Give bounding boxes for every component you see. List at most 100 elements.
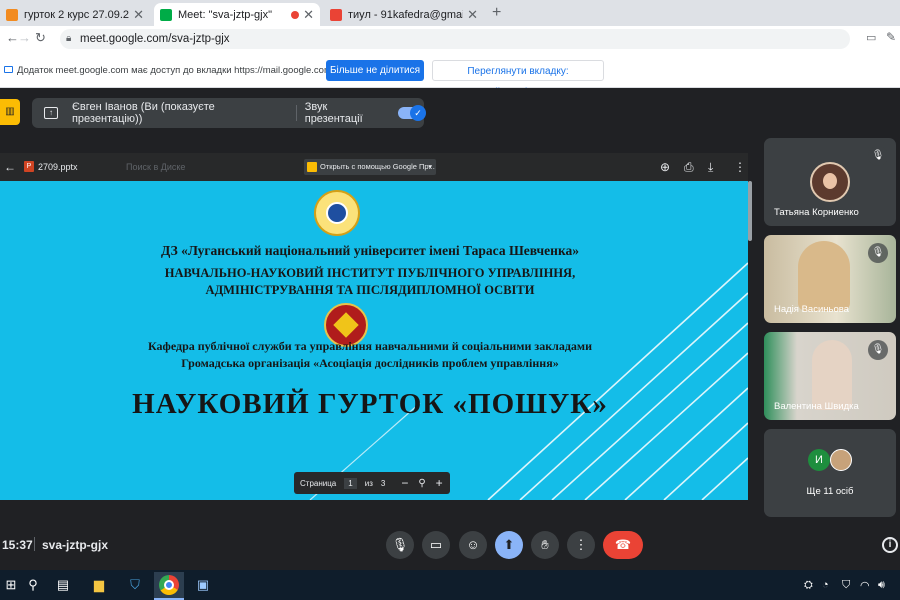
end-call-button[interactable]: ☎︎ xyxy=(603,531,643,559)
screen-share-icon xyxy=(4,66,13,73)
present-screen-icon: ↑ xyxy=(44,107,58,119)
tab-meet[interactable]: Meet: "sva-jztp-gjx" ✕ xyxy=(154,3,320,26)
lock-icon[interactable]: 🔒︎ xyxy=(66,33,71,44)
present-button[interactable]: ⬆ xyxy=(495,531,523,559)
powerpoint-file-icon: P xyxy=(24,161,34,172)
close-tab-icon[interactable]: ✕ xyxy=(467,7,478,23)
tab-moodle[interactable]: гурток 2 курс 27.09.2023 о 15. ✕ xyxy=(0,3,150,26)
university-emblem xyxy=(314,190,360,236)
slide-title: НАУКОВИЙ ГУРТОК «ПОШУК» xyxy=(132,388,608,420)
chevron-down-icon: ▾ xyxy=(428,162,432,171)
slide-institute-line1: НАВЧАЛЬНО-НАУКОВИЙ ІНСТИТУТ ПУБЛІЧНОГО У… xyxy=(164,266,576,280)
task-view-icon[interactable]: ▤ xyxy=(52,574,74,596)
page-of-label: из xyxy=(364,478,373,488)
presentation-viewer xyxy=(0,153,748,500)
close-tab-icon[interactable]: ✕ xyxy=(133,7,144,23)
drive-search-input[interactable]: Поиск в Диске xyxy=(126,162,185,172)
network-icon[interactable]: ◔ xyxy=(822,579,829,591)
participant-tile[interactable]: 🎙︎ Надія Васиньова xyxy=(764,235,896,323)
share-message: Додаток meet.google.com має доступ до вк… xyxy=(17,65,332,76)
recording-dot-icon xyxy=(291,10,300,19)
slides-icon xyxy=(307,162,317,172)
chrome-icon[interactable] xyxy=(159,575,179,595)
participant-name: Татьяна Корниенко xyxy=(774,207,859,218)
participant-video xyxy=(812,340,852,410)
viewer-scrollbar[interactable] xyxy=(748,181,752,241)
stop-sharing-button[interactable]: Більше не ділитися xyxy=(326,60,424,81)
close-tab-icon[interactable]: ✕ xyxy=(303,7,314,23)
mic-off-icon: 🎙︎ xyxy=(868,340,888,360)
page-navigator: Страница 1 из 3 − ⚲ + xyxy=(294,472,450,494)
tab-gmail[interactable]: тиул - 91kafedra@gmail.com ✕ xyxy=(324,3,484,26)
participant-name: Валентина Швидка xyxy=(774,401,859,412)
more-options-button[interactable]: ⋮ xyxy=(567,531,595,559)
sound-label: Звук презентації xyxy=(304,101,363,125)
start-icon[interactable]: ⊞ xyxy=(0,574,22,596)
zoom-out-icon[interactable]: − xyxy=(401,476,408,490)
activities-icon[interactable]: ▥ xyxy=(0,99,20,125)
volume-icon[interactable]: 🔊︎ xyxy=(878,579,885,592)
page-label: Страница xyxy=(300,478,337,488)
meet-favicon-icon xyxy=(160,8,172,21)
presenting-banner: ↑ Євген Іванов (Ви (показуєте презентаці… xyxy=(32,98,426,128)
divider xyxy=(295,105,297,121)
screen-recorder-icon[interactable]: ▣ xyxy=(192,574,214,596)
participant-name: Надія Васиньова xyxy=(774,304,849,315)
security-shield-icon[interactable]: ⛉ xyxy=(124,574,146,596)
avatar xyxy=(830,449,852,471)
add-shortcut-icon[interactable]: ⊕ xyxy=(660,160,670,174)
meeting-time: 15:37 xyxy=(2,538,33,552)
app-tray-icon[interactable]: ⛭ xyxy=(804,579,813,592)
file-explorer-icon[interactable]: ▆ xyxy=(88,574,110,596)
more-options-icon[interactable]: ⋮ xyxy=(734,160,746,174)
participant-video xyxy=(798,241,850,311)
participant-tile[interactable]: 🎙︎ Татьяна Корниенко xyxy=(764,138,896,226)
raise-hand-button[interactable]: ✋︎ xyxy=(531,531,559,559)
viewer-back-icon[interactable]: ← xyxy=(4,160,16,174)
forward-arrow-icon[interactable]: → xyxy=(18,30,31,45)
open-with-label: Открыть с помощью Google Пр... xyxy=(320,162,435,171)
tab-title: гурток 2 курс 27.09.2023 о 15. xyxy=(24,8,130,21)
slide-organization: Громадська організація «Асоціація дослід… xyxy=(181,356,559,370)
open-with-button[interactable]: Открыть с помощью Google Пр... ▾ xyxy=(304,159,436,175)
page-input[interactable]: 1 xyxy=(344,477,357,489)
defender-icon[interactable]: ⛉ xyxy=(842,579,850,592)
course-favicon-icon xyxy=(6,8,18,21)
slide-department: Кафедра публічної служби та управління н… xyxy=(147,339,592,353)
media-control-icon[interactable]: ✎ xyxy=(886,30,896,44)
view-tab-button[interactable]: Переглянути вкладку: mail.google.com xyxy=(432,60,604,98)
slide-decoration xyxy=(309,262,748,500)
slide-institute-line2: АДМІНІСТРУВАННЯ ТА ПІСЛЯДИПЛОМНОЇ ОСВІТИ xyxy=(205,283,535,297)
reload-icon[interactable]: ↻ xyxy=(35,30,46,46)
wifi-icon[interactable]: ◠ xyxy=(860,579,870,592)
info-icon[interactable]: i xyxy=(882,537,898,553)
more-participants-label: Ще 11 осіб xyxy=(806,486,854,497)
presenter-text: Євген Іванов (Ви (показуєте презентацію)… xyxy=(71,101,215,125)
gmail-favicon-icon xyxy=(330,8,342,21)
search-icon[interactable]: ⚲ xyxy=(22,574,44,596)
cast-icon[interactable]: ▭ xyxy=(866,31,876,44)
initial-avatar: И xyxy=(808,449,830,471)
file-name: 2709.pptx xyxy=(38,162,78,172)
address-bar[interactable]: meet.google.com/sva-jztp-gjx xyxy=(60,29,850,49)
new-tab-button[interactable]: + xyxy=(492,4,501,22)
meeting-code: sva-jztp-gjx xyxy=(42,538,109,552)
page-total: 3 xyxy=(380,478,386,488)
tab-title: Meet: "sva-jztp-gjx" xyxy=(178,8,272,21)
mic-off-icon: 🎙︎ xyxy=(868,243,888,263)
more-participants-tile[interactable]: И Ще 11 осіб xyxy=(764,429,896,517)
print-icon[interactable]: ⎙ xyxy=(684,160,694,175)
sound-toggle[interactable]: ✓ xyxy=(398,105,426,121)
check-icon: ✓ xyxy=(409,105,426,121)
zoom-in-icon[interactable]: + xyxy=(436,476,443,490)
divider xyxy=(34,537,35,551)
zoom-search-icon[interactable]: ⚲ xyxy=(418,478,425,489)
microphone-button[interactable]: 🎙︎ xyxy=(386,531,414,559)
emoji-button[interactable]: ☺ xyxy=(459,531,487,559)
participant-tile[interactable]: 🎙︎ Валентина Швидка xyxy=(764,332,896,420)
download-icon[interactable]: ⤓ xyxy=(708,160,713,175)
avatar xyxy=(810,162,850,202)
slide-university: ДЗ «Луганський національний університет … xyxy=(160,243,580,258)
mic-off-icon: 🎙︎ xyxy=(868,146,888,166)
camera-button[interactable]: ▭ xyxy=(422,531,450,559)
